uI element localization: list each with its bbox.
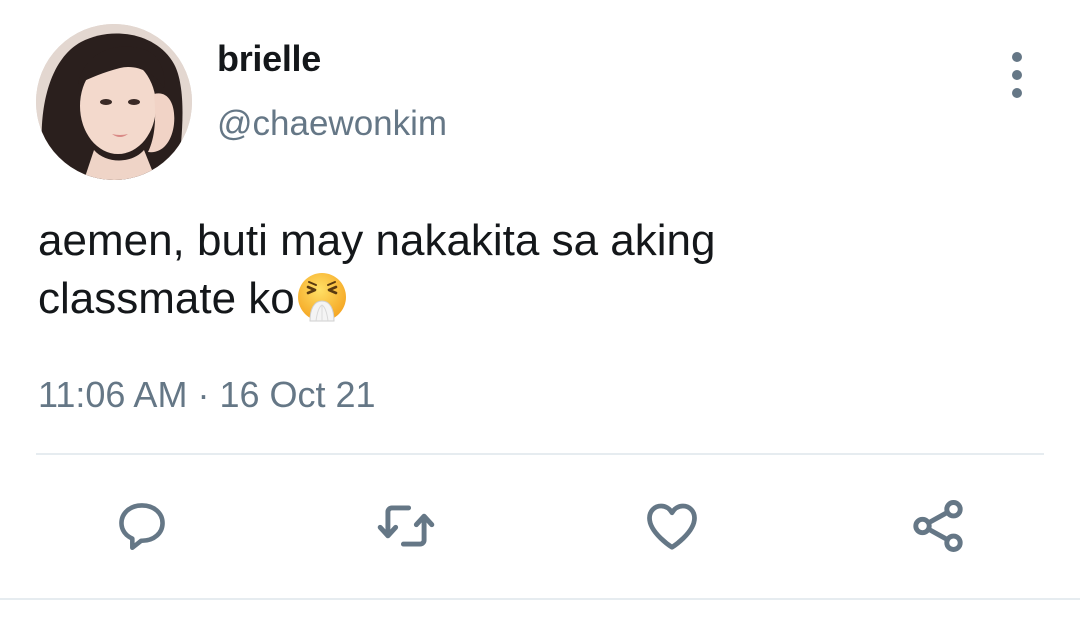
display-name[interactable]: brielle [217, 38, 321, 80]
tweet-text: aemen, buti may nakakita sa aking classm… [38, 212, 998, 328]
like-button[interactable] [640, 494, 704, 558]
timestamp-separator: · [197, 374, 210, 415]
tweet-timestamp[interactable]: 11:06 AM · 16 Oct 21 [38, 374, 376, 416]
share-icon [913, 500, 963, 552]
sneezing-face-icon [297, 273, 346, 322]
heart-icon [647, 503, 697, 550]
reply-button[interactable] [110, 494, 174, 558]
reply-icon [119, 503, 165, 551]
tweet-time: 11:06 AM [38, 374, 188, 415]
more-vertical-icon [1012, 52, 1022, 62]
share-button[interactable] [906, 494, 970, 558]
profile-photo-icon [36, 24, 192, 180]
more-options-button[interactable] [1000, 52, 1034, 98]
tweet-text-line-2-text: classmate ko [38, 274, 295, 323]
divider-bottom [0, 598, 1080, 600]
avatar[interactable] [36, 24, 192, 180]
divider [36, 453, 1044, 455]
user-handle[interactable]: @chaewonkim [217, 104, 447, 144]
tweet-text-line-2: classmate ko [38, 270, 998, 328]
retweet-icon [377, 505, 435, 547]
tweet-date: 16 Oct 21 [219, 374, 376, 415]
retweet-button[interactable] [374, 494, 438, 558]
tweet-text-line-1: aemen, buti may nakakita sa aking [38, 216, 716, 265]
